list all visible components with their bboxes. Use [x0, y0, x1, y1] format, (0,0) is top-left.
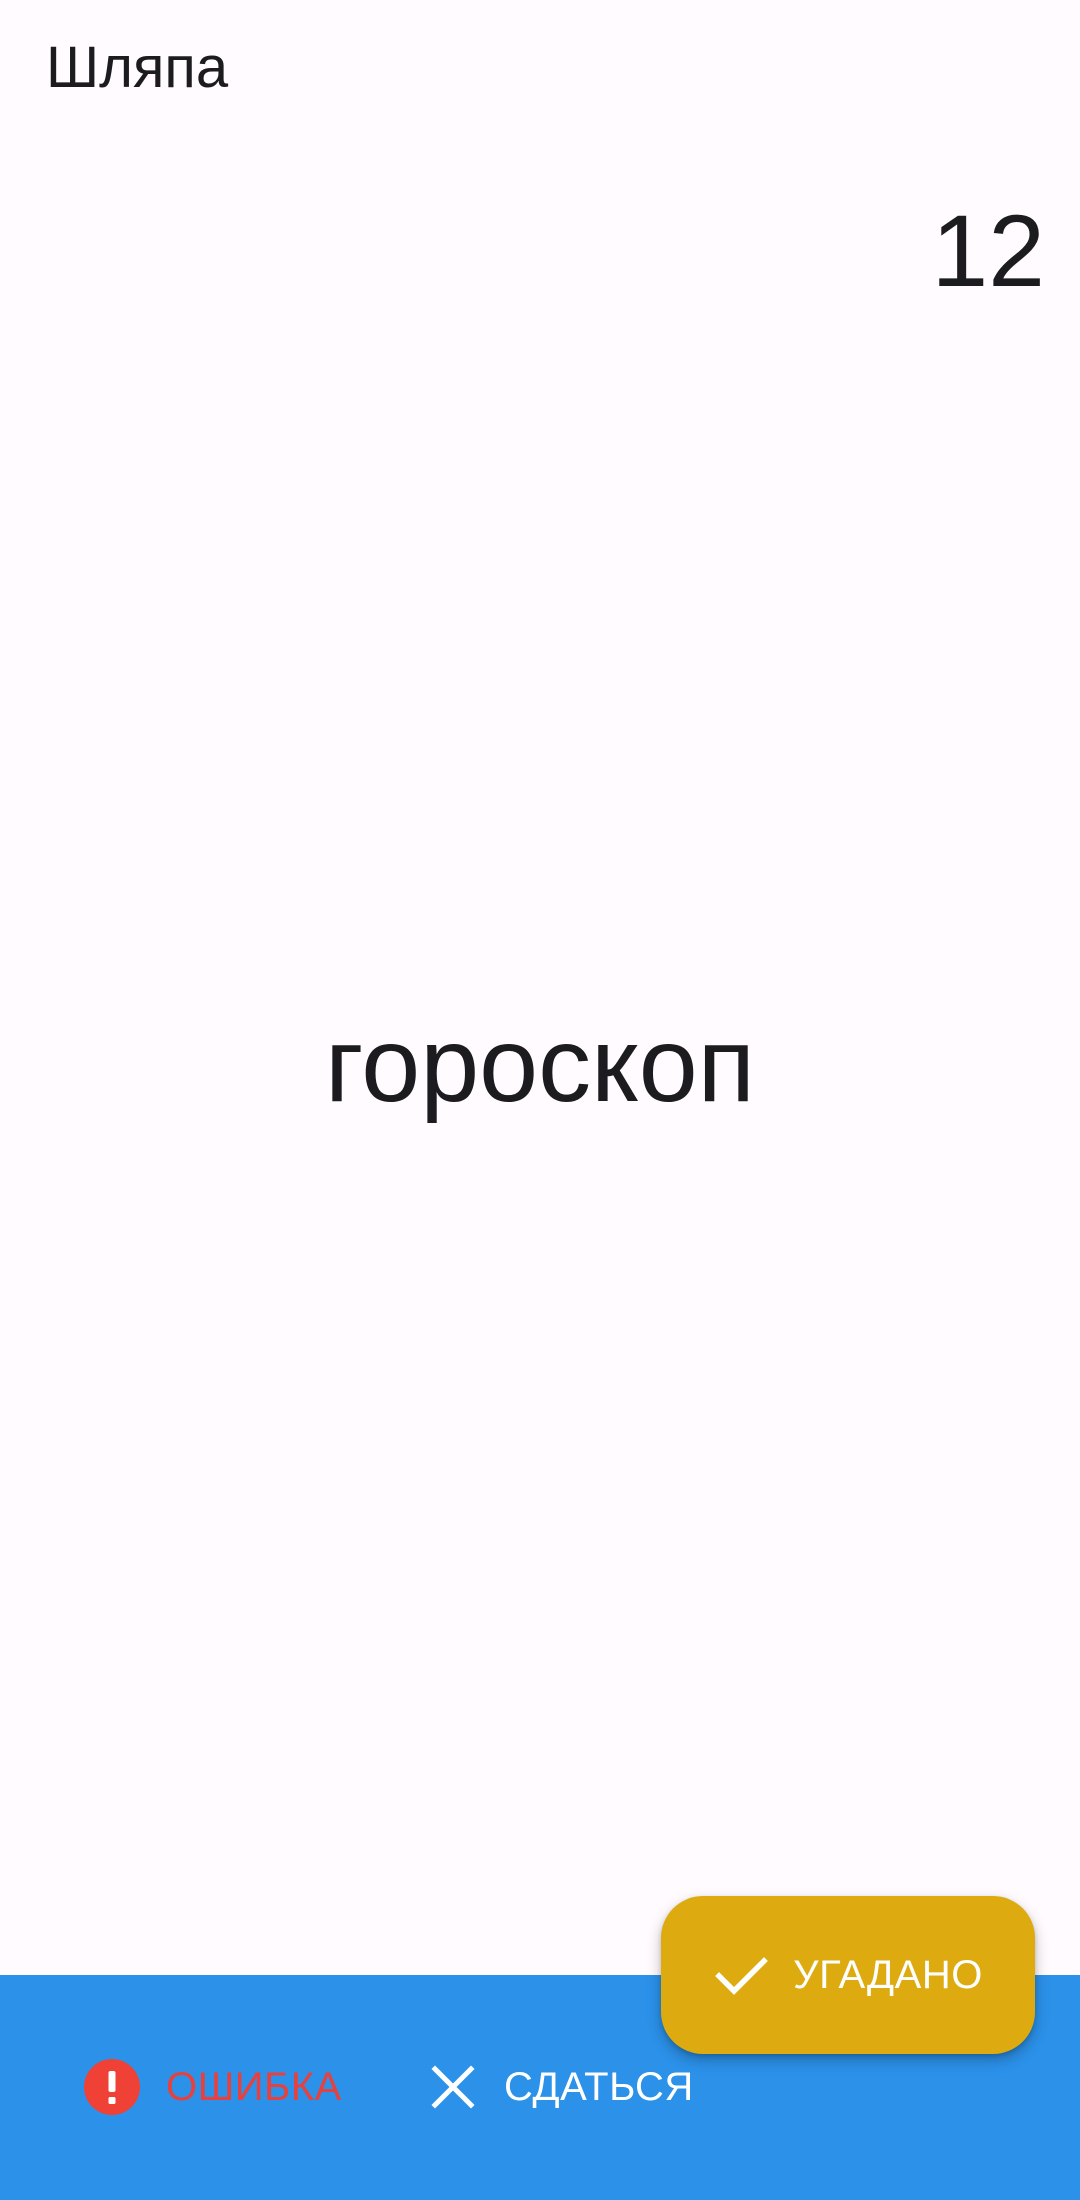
error-button-label: ОШИБКА — [166, 2064, 342, 2109]
app-title: Шляпа — [46, 35, 229, 100]
close-icon — [428, 2062, 478, 2112]
timer-counter: 12 — [931, 194, 1045, 308]
give-up-button-label: СДАТЬСЯ — [504, 2064, 694, 2109]
guessed-button[interactable]: УГАДАНО — [661, 1896, 1035, 2054]
current-word: гороскоп — [324, 1006, 756, 1124]
check-icon — [713, 1947, 769, 2003]
give-up-button[interactable]: СДАТЬСЯ — [428, 2054, 694, 2120]
error-button[interactable]: ОШИБКА — [84, 2054, 342, 2120]
guessed-button-label: УГАДАНО — [793, 1952, 983, 1997]
error-icon — [84, 2059, 140, 2115]
